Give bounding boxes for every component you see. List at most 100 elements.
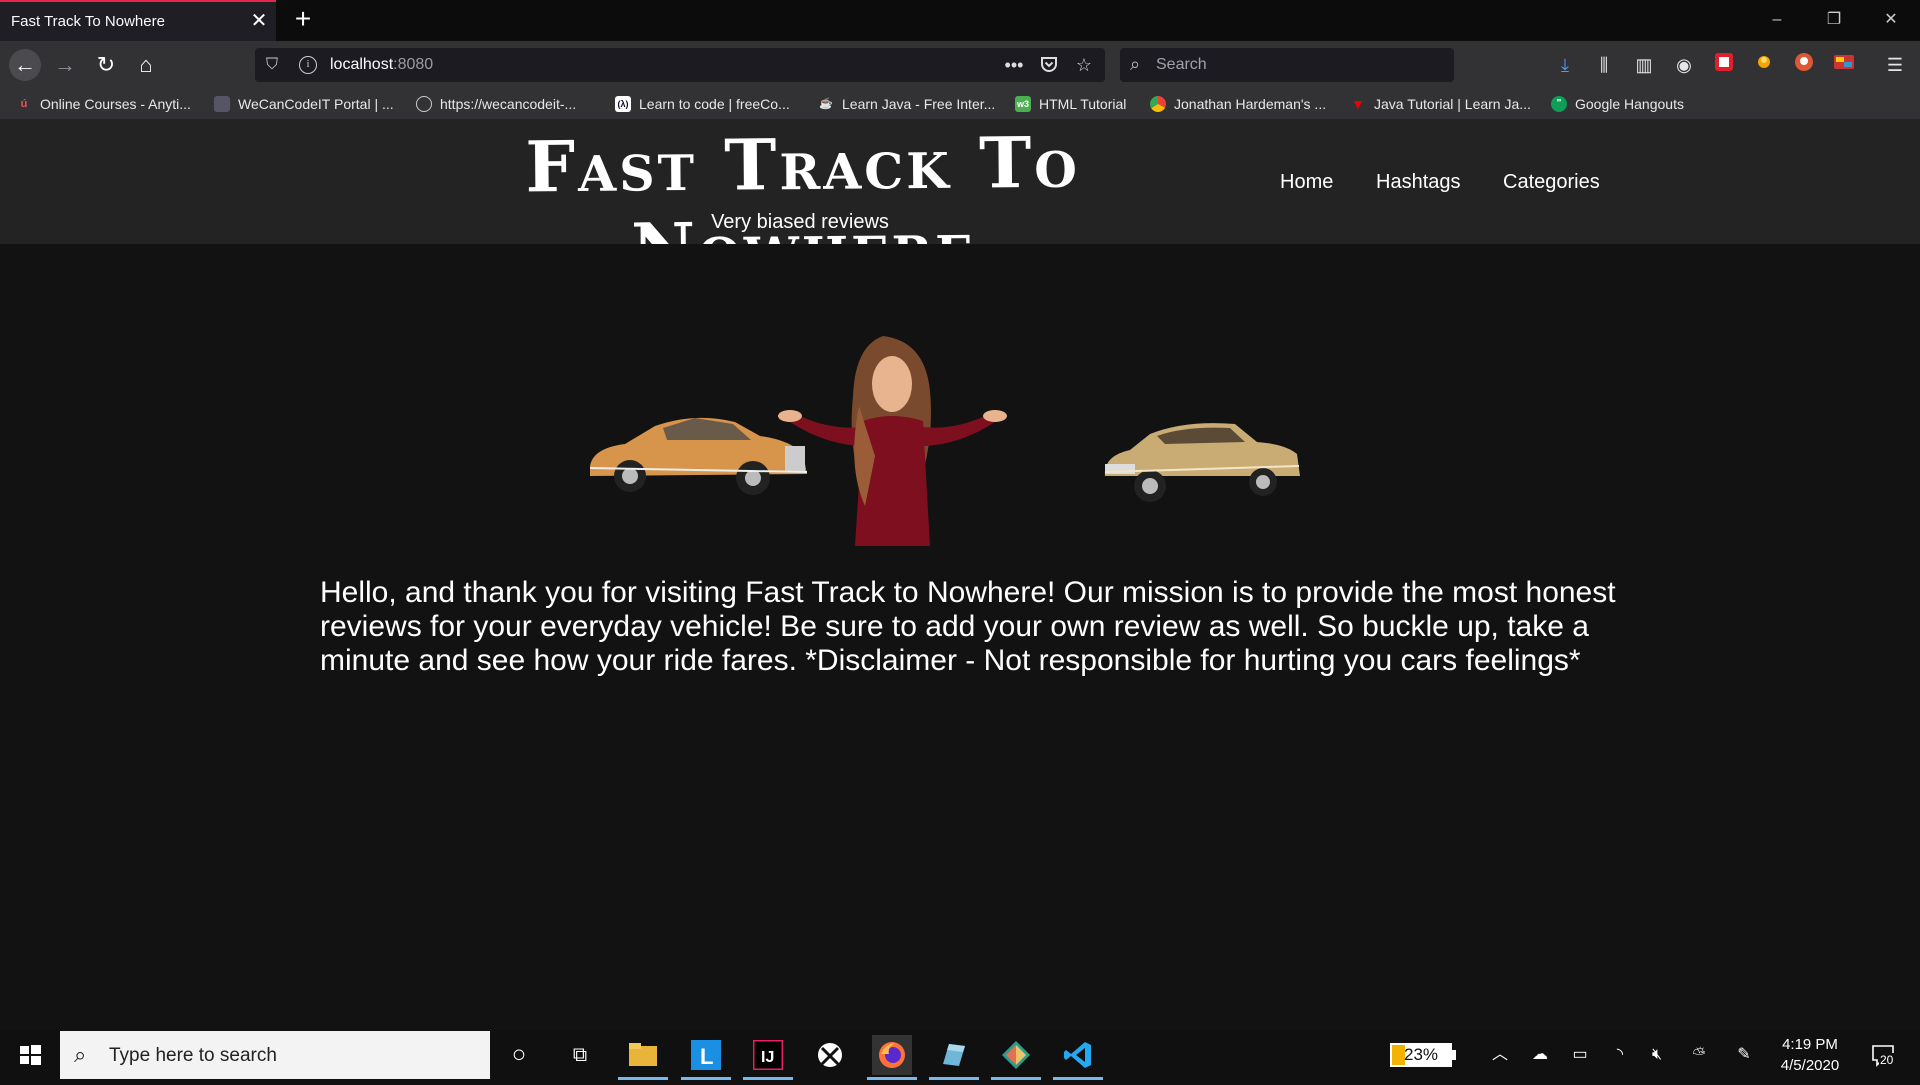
bookmark-item[interactable]: ☕ Learn Java - Free Inter...	[818, 94, 995, 114]
minimize-icon[interactable]: –	[1763, 10, 1791, 30]
search-icon: ⌕	[1130, 54, 1141, 74]
forward-icon[interactable]: →	[49, 49, 81, 81]
lucidchart-icon[interactable]: L	[681, 1035, 731, 1080]
tab-title: Fast Track To Nowhere	[11, 13, 165, 30]
site-header: Fast Track To Nowhere Very biased review…	[0, 119, 1920, 290]
task-view-icon[interactable]: ⧉	[560, 1035, 600, 1075]
library-icon[interactable]: ⫼	[1591, 52, 1617, 78]
file-explorer-icon[interactable]	[618, 1035, 668, 1080]
url-bar[interactable]: ⛉ i localhost:8080 ••• ☆	[255, 48, 1105, 82]
account-icon[interactable]: ◉	[1671, 52, 1697, 78]
bookmark-label: Online Courses - Anyti...	[40, 96, 191, 112]
clock-date: 4/5/2020	[1780, 1057, 1840, 1074]
firefox-icon[interactable]	[867, 1035, 917, 1080]
extension-red-icon[interactable]	[1711, 52, 1737, 78]
nav-hashtags-link[interactable]: Hashtags	[1376, 171, 1461, 194]
close-window-icon[interactable]: ✕	[1877, 10, 1905, 30]
xbox-icon[interactable]	[810, 1035, 850, 1075]
menu-icon[interactable]: ☰	[1882, 52, 1908, 78]
hero-illustration	[589, 336, 1300, 546]
udemy-icon: ú	[20, 98, 28, 110]
nav-home-link[interactable]: Home	[1280, 171, 1333, 194]
bookmark-label: Jonathan Hardeman's ...	[1174, 96, 1327, 112]
extension-orange-icon[interactable]	[1751, 52, 1777, 78]
page-actions-icon[interactable]: •••	[1003, 54, 1025, 76]
svg-text:IJ: IJ	[761, 1049, 774, 1066]
bookmark-label: Google Hangouts	[1575, 96, 1684, 112]
bookmark-label: Learn to code | freeCo...	[639, 96, 790, 112]
windows-start-button[interactable]	[0, 1030, 60, 1080]
notification-count: 20	[1879, 1053, 1895, 1067]
bookmark-item[interactable]: ú Online Courses - Anyti...	[16, 94, 191, 114]
notes-app-icon[interactable]	[929, 1035, 979, 1080]
duckduckgo-icon[interactable]	[1791, 52, 1817, 78]
search-icon: ⌕	[74, 1042, 87, 1067]
bookmarks-bar: ú Online Courses - Anyti... WeCanCodeIT P…	[0, 89, 1920, 119]
nav-toolbar: ← → ↻ ⌂ ⛉ i localhost:8080 ••• ☆ ⌕ Searc…	[0, 41, 1920, 89]
nav-categories-link[interactable]: Categories	[1503, 171, 1600, 194]
battery-indicator[interactable]: 23%	[1390, 1043, 1452, 1067]
pen-icon[interactable]: ✎	[1733, 1044, 1755, 1066]
bookmark-item[interactable]: (λ) Learn to code | freeCo...	[615, 94, 790, 114]
hangouts-icon: "	[1551, 96, 1567, 112]
bookmark-item[interactable]: ▼ Java Tutorial | Learn Ja...	[1350, 94, 1531, 114]
vscode-icon[interactable]	[1053, 1035, 1103, 1080]
tab-bar: Fast Track To Nowhere ✕ + – ❐ ✕	[0, 0, 1920, 41]
globe-icon	[416, 96, 432, 112]
system-clock[interactable]: 4:19 PM 4/5/2020	[1770, 1034, 1850, 1076]
tracking-shield-icon[interactable]: ⛉	[266, 55, 284, 75]
url-host: localhost	[330, 56, 394, 73]
taskbar-search-placeholder: Type here to search	[109, 1045, 277, 1066]
home-icon[interactable]: ⌂	[130, 49, 162, 81]
bookmark-label: Learn Java - Free Inter...	[842, 96, 996, 112]
gitkraken-icon[interactable]	[991, 1035, 1041, 1080]
bookmark-item[interactable]: WeCanCodeIT Portal | ...	[214, 94, 394, 114]
beige-car-image	[1104, 423, 1300, 502]
svg-text:L: L	[700, 1044, 713, 1069]
orange-car-image	[589, 417, 808, 495]
wecancodeit-icon	[214, 96, 230, 112]
bookmark-label: WeCanCodeIT Portal | ...	[238, 96, 394, 112]
show-hidden-icons-icon[interactable]: ︿	[1489, 1044, 1511, 1066]
onedrive-icon[interactable]: ☁	[1529, 1044, 1551, 1066]
bookmark-item[interactable]: Jonathan Hardeman's ...	[1150, 94, 1326, 114]
bookmark-item[interactable]: https://wecancodeit-...	[416, 94, 576, 114]
battery-cap	[1452, 1050, 1456, 1060]
chrome-icon	[1150, 96, 1166, 112]
extension-multicolor-icon[interactable]	[1831, 52, 1857, 78]
bookmark-item[interactable]: w3 HTML Tutorial	[1015, 94, 1126, 114]
taskbar-search-box[interactable]: ⌕ Type here to search	[60, 1031, 490, 1079]
restore-icon[interactable]: ❐	[1820, 10, 1848, 30]
close-tab-icon[interactable]: ✕	[248, 10, 270, 32]
bookmark-item[interactable]: " Google Hangouts	[1551, 94, 1684, 114]
new-tab-icon[interactable]: +	[289, 5, 317, 33]
cortana-icon[interactable]: ○	[499, 1035, 539, 1075]
search-bar[interactable]: ⌕ Search	[1120, 48, 1454, 82]
shrugging-woman-image	[778, 336, 1007, 546]
intellij-icon[interactable]: IJ	[743, 1035, 793, 1080]
battery-status-icon[interactable]: ▭	[1569, 1044, 1591, 1066]
intro-paragraph: Hello, and thank you for visiting Fast T…	[320, 576, 1616, 677]
site-info-icon[interactable]: i	[299, 56, 317, 74]
java-icon: ☕	[819, 98, 833, 110]
reload-icon[interactable]: ↻	[90, 49, 122, 81]
sidebar-icon[interactable]: ▥	[1631, 52, 1657, 78]
wifi-icon[interactable]: ◝	[1609, 1044, 1631, 1066]
action-center-icon[interactable]: 20	[1870, 1042, 1896, 1068]
url-port: :8080	[393, 56, 434, 73]
cloud-upload-icon[interactable]: ⛅︎	[1688, 1044, 1710, 1066]
bookmark-label: HTML Tutorial	[1039, 96, 1127, 112]
w3schools-icon: w3	[1015, 96, 1031, 112]
bookmark-star-icon[interactable]: ☆	[1073, 54, 1095, 76]
freecodecamp-icon: (λ)	[615, 96, 631, 112]
browser-tab[interactable]: Fast Track To Nowhere ✕	[0, 0, 276, 41]
pocket-icon[interactable]	[1038, 54, 1060, 76]
back-icon[interactable]: ←	[9, 49, 41, 81]
volume-muted-icon[interactable]: 🔇︎	[1646, 1044, 1668, 1066]
bookmark-label: Java Tutorial | Learn Ja...	[1374, 96, 1531, 112]
url-text[interactable]: localhost:8080	[330, 56, 433, 74]
search-placeholder: Search	[1156, 56, 1207, 73]
main-content: Hello, and thank you for visiting Fast T…	[0, 244, 1920, 1030]
downloads-icon[interactable]: ⤓	[1552, 52, 1578, 78]
battery-percent: 23%	[1403, 1045, 1439, 1064]
